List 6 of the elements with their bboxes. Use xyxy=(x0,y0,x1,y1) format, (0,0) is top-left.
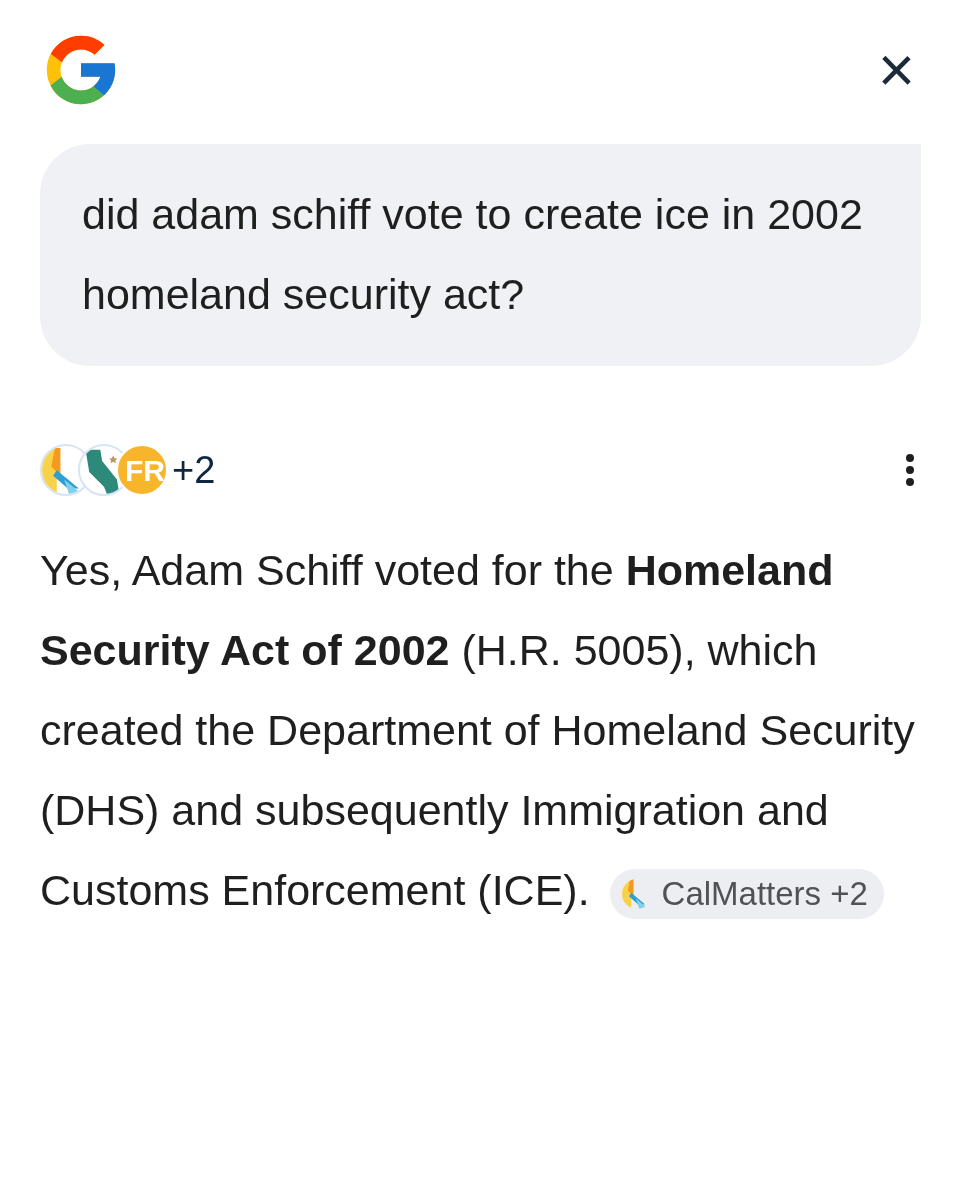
close-button[interactable]: × xyxy=(869,38,923,102)
sources-button[interactable]: FR +2 xyxy=(40,441,216,499)
query-bubble: did adam schiff vote to create ice in 2002 homeland security act? xyxy=(40,144,921,366)
answer-text: Yes, Adam Schiff voted for the Homeland Security Act of 2002 (H.R. 5005), which created the Department of Homeland Security (DHS) and subsequently Immigration and Customs Enforcement (ICE). CalMatters +2 xyxy=(40,530,921,930)
source-logo: FR xyxy=(116,444,168,496)
citation-chip[interactable]: CalMatters +2 xyxy=(609,868,884,919)
